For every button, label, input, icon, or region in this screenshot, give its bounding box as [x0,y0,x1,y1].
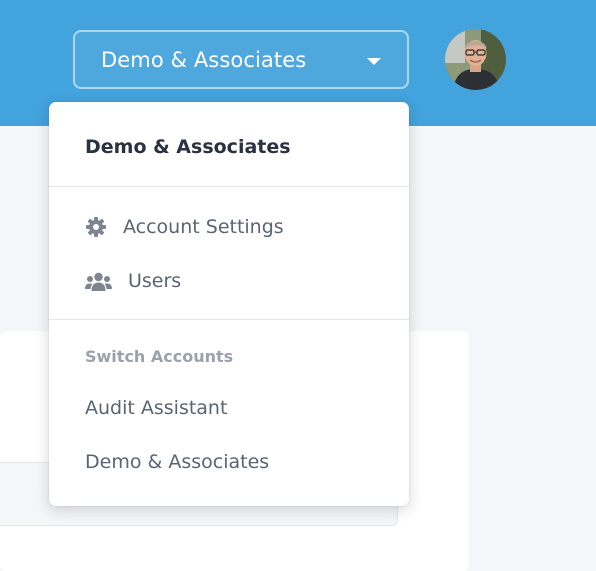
account-switcher-label: Demo & Associates [101,48,307,72]
gear-icon [85,216,107,242]
menu-item-account-settings[interactable]: Account Settings [49,205,409,249]
account-option-label: Demo & Associates [85,451,270,473]
avatar-photo [445,29,506,90]
menu-divider [49,319,409,320]
menu-divider [49,186,409,187]
menu-item-label: Users [128,270,182,292]
current-account-name: Demo & Associates [85,136,291,158]
menu-item-users[interactable]: Users [49,259,409,303]
users-icon [85,271,112,297]
switch-account-audit-assistant[interactable]: Audit Assistant [49,386,409,430]
caret-down-icon [367,58,381,65]
account-option-label: Audit Assistant [85,397,228,419]
menu-item-label: Account Settings [123,216,284,238]
switch-account-demo-associates[interactable]: Demo & Associates [49,440,409,484]
account-dropdown-menu: Demo & Associates Account Settings Users… [49,102,409,506]
switch-accounts-heading: Switch Accounts [85,347,234,366]
user-avatar[interactable] [445,29,506,90]
account-switcher-button[interactable]: Demo & Associates [73,30,409,89]
